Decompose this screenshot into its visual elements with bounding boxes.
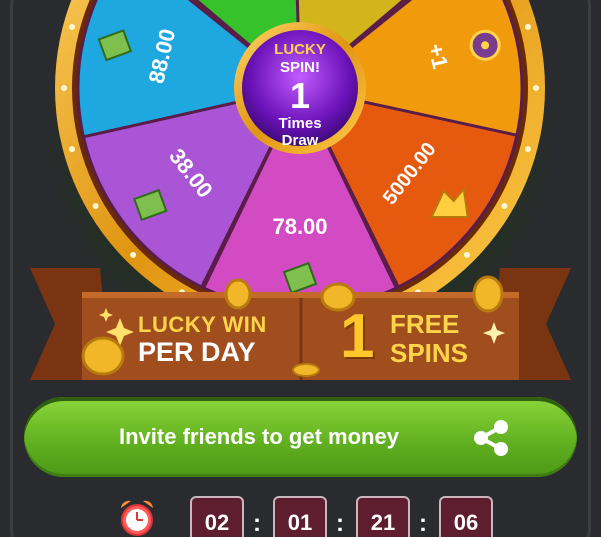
countdown-separator: : [336,510,344,537]
spins-text: SPINS [390,338,469,368]
countdown-separator: : [253,510,261,537]
banner-highlight [82,292,519,298]
countdown-seconds-value: 06 [453,510,479,535]
countdown-minutes-value: 21 [370,510,396,535]
share-icon [474,420,508,456]
invite-friends-button[interactable]: Invite friends to get money [24,397,577,477]
alarm-clock-icon [121,500,153,536]
countdown-minutes: 21 [356,496,410,537]
countdown-days-value: 02 [204,510,230,535]
lucky-win-text: LUCKY WIN [138,312,267,337]
invite-button-label: Invite friends to get money [119,424,399,449]
free-spins-count: 1 [340,302,375,371]
countdown-seconds: 06 [439,496,493,537]
free-text: FREE [390,309,460,339]
game-screen: LUCKY SPIN! 1 Times Draw 18.0058.00+1500… [0,0,601,537]
countdown-hours: 01 [273,496,327,537]
countdown-separator: : [419,510,427,537]
countdown-days: 02 [190,496,244,537]
per-day-text: PER DAY [138,337,256,367]
countdown-hours-value: 01 [287,510,313,535]
